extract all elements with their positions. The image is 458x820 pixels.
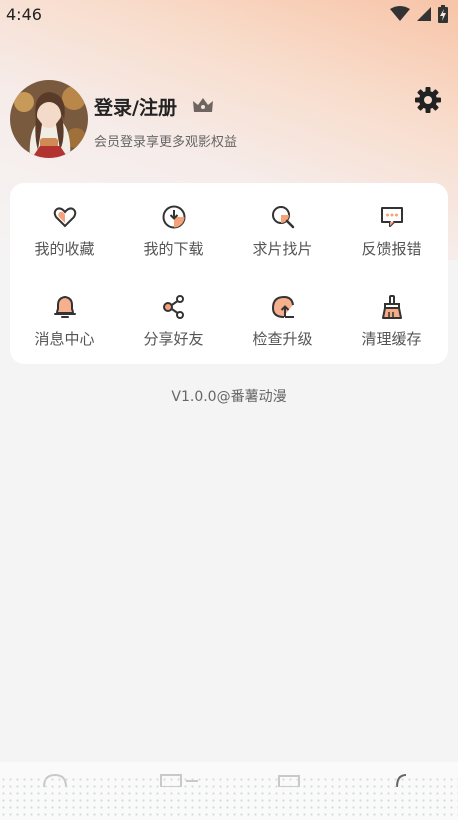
wifi-icon [390,6,410,26]
share-icon [161,294,187,320]
login-register-link[interactable]: 登录/注册 [94,93,177,120]
menu-item-share[interactable]: 分享好友 [119,273,228,363]
version-text: V1.0.0@番薯动漫 [171,389,287,405]
menu-item-messages[interactable]: 消息中心 [10,273,119,363]
bell-icon [52,294,78,320]
menu-card: 我的收藏 我的下载 求片找片 反馈报错 消息中心 分享好友 检查升级 清理缓存 [10,183,448,364]
avatar[interactable] [10,80,88,158]
menu-item-request[interactable]: 求片找片 [228,183,337,273]
upgrade-icon [270,294,296,320]
signal-icon [416,6,432,26]
menu-item-clear-cache[interactable]: 清理缓存 [337,273,446,363]
crown-icon [192,96,214,118]
search-icon [270,204,296,230]
battery-icon [438,5,448,27]
menu-item-feedback[interactable]: 反馈报错 [337,183,446,273]
gear-icon[interactable] [414,86,442,118]
menu-item-upgrade[interactable]: 检查升级 [228,273,337,363]
status-time: 4:46 [6,5,42,24]
feedback-icon [379,204,405,230]
menu-item-favorites[interactable]: 我的收藏 [10,183,119,273]
status-bar: 4:46 [0,0,458,28]
member-subtitle: 会员登录享更多观影权益 [94,135,238,150]
download-icon [161,204,187,230]
heart-icon [52,204,78,230]
dotted-overlay [0,776,458,820]
profile-header: 登录/注册 会员登录享更多观影权益 [10,80,448,160]
clean-icon [379,294,405,320]
menu-item-downloads[interactable]: 我的下载 [119,183,228,273]
